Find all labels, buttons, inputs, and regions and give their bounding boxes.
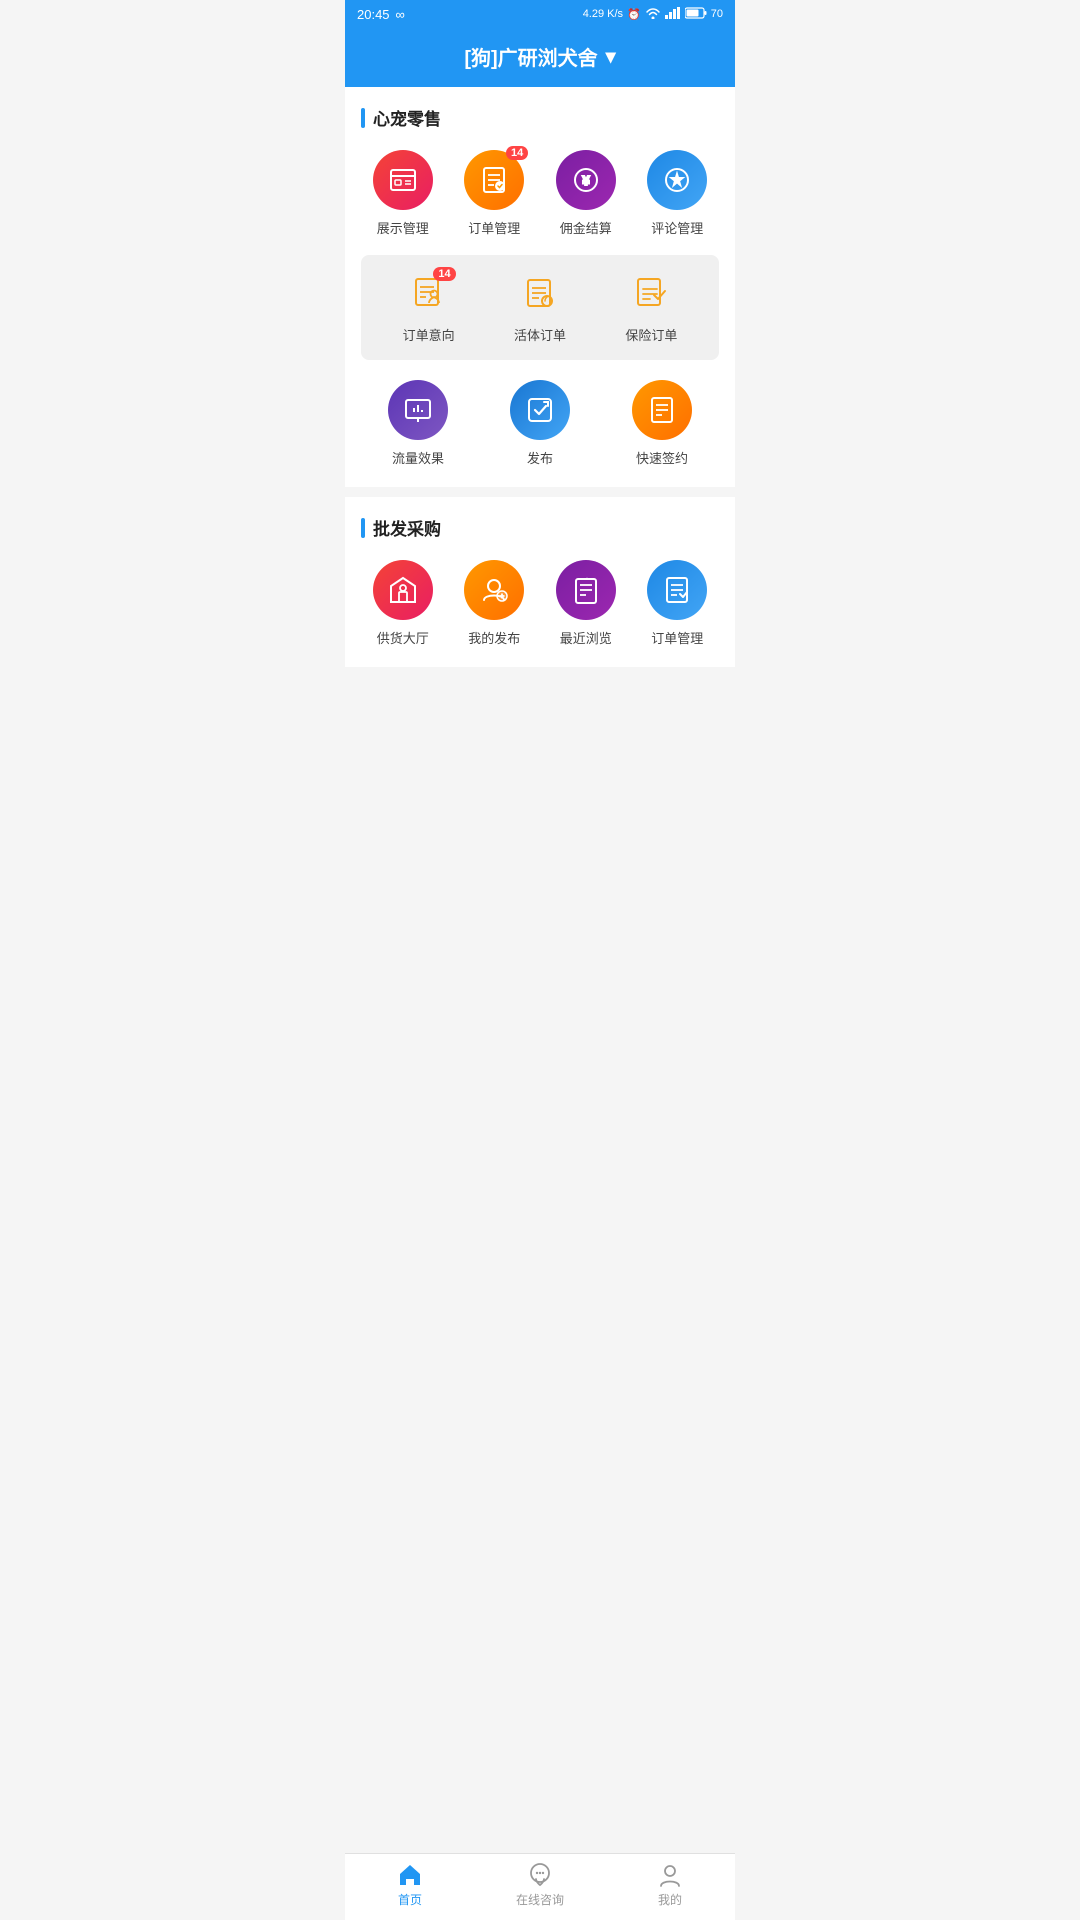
traffic-effect-icon-circle: [388, 380, 448, 440]
wholesale-title-text: 批发采购: [373, 515, 441, 540]
review-mgmt-label: 评论管理: [651, 218, 703, 237]
status-wifi-icon: [645, 7, 661, 22]
nav-consult[interactable]: 在线咨询: [505, 1862, 575, 1908]
status-time: 20:45: [357, 7, 390, 22]
dropdown-icon[interactable]: ▾: [606, 44, 616, 69]
quick-sign-icon-circle: [632, 380, 692, 440]
retail-sub-section: 14 订单意向: [361, 255, 719, 360]
quick-sign-item[interactable]: 快速签约: [605, 380, 719, 467]
live-order-item[interactable]: 活体订单: [488, 271, 591, 344]
recent-browse-label: 最近浏览: [560, 628, 612, 647]
publish-item[interactable]: 发布: [483, 380, 597, 467]
wholesale-order-mgmt-label: 订单管理: [651, 628, 703, 647]
svg-text:¥: ¥: [582, 173, 590, 188]
supply-hall-label: 供货大厅: [377, 628, 429, 647]
supply-hall-item[interactable]: 供货大厅: [361, 560, 445, 647]
order-mgmt-badge: 14: [506, 146, 528, 160]
retail-title-text: 心宠零售: [373, 105, 441, 130]
review-mgmt-icon-circle: [647, 150, 707, 210]
my-publish-icon-circle: [464, 560, 524, 620]
live-order-label: 活体订单: [514, 325, 566, 344]
recent-browse-item[interactable]: 最近浏览: [544, 560, 628, 647]
mine-icon: [657, 1862, 683, 1888]
order-mgmt-label: 订单管理: [468, 218, 520, 237]
recent-browse-icon-circle: [556, 560, 616, 620]
status-battery-pct: 70: [711, 8, 723, 20]
status-speed: 4.29 K/s: [583, 8, 623, 20]
status-infinity: ∞: [396, 7, 405, 22]
commission-icon-circle: ¥: [556, 150, 616, 210]
commission-label: 佣金结算: [560, 218, 612, 237]
wholesale-section-title: 批发采购: [361, 515, 719, 540]
order-intent-item[interactable]: 14 订单意向: [377, 271, 480, 344]
nav-mine[interactable]: 我的: [635, 1862, 705, 1908]
order-intent-label: 订单意向: [403, 325, 455, 344]
app-header[interactable]: [狗]广研浏犬舍 ▾: [345, 28, 735, 87]
consult-icon: [527, 1862, 553, 1888]
store-name: [狗]广研浏犬舍: [464, 42, 597, 71]
supply-hall-icon-circle: [373, 560, 433, 620]
my-publish-item[interactable]: 我的发布: [453, 560, 537, 647]
commission-item[interactable]: ¥ 佣金结算: [544, 150, 628, 237]
status-bar: 20:45 ∞ 4.29 K/s ⏰: [345, 0, 735, 28]
wholesale-order-mgmt-icon-circle: [647, 560, 707, 620]
wholesale-title-bar: [361, 518, 365, 538]
order-intent-flat-icon: 14: [406, 271, 452, 317]
retail-section: 心宠零售 展示管理 14: [345, 87, 735, 487]
status-clock-icon: ⏰: [627, 8, 641, 21]
wholesale-section: 批发采购 供货大厅: [345, 497, 735, 667]
insurance-order-label: 保险订单: [625, 325, 677, 344]
home-icon: [397, 1862, 423, 1888]
traffic-effect-label: 流量效果: [392, 448, 444, 467]
retail-section-title: 心宠零售: [361, 105, 719, 130]
insurance-order-flat-icon: [628, 271, 674, 317]
bottom-nav: 首页 在线咨询 我的: [345, 1853, 735, 1920]
display-mgmt-item[interactable]: 展示管理: [361, 150, 445, 237]
retail-top-grid: 展示管理 14 订单管理: [361, 150, 719, 237]
review-mgmt-item[interactable]: 评论管理: [636, 150, 720, 237]
nav-home-label: 首页: [398, 1891, 422, 1908]
order-mgmt-icon-circle: 14: [464, 150, 524, 210]
nav-home[interactable]: 首页: [375, 1862, 445, 1908]
my-publish-label: 我的发布: [468, 628, 520, 647]
display-mgmt-icon-circle: [373, 150, 433, 210]
retail-sub-grid: 14 订单意向: [377, 271, 703, 344]
order-mgmt-item[interactable]: 14 订单管理: [453, 150, 537, 237]
status-signal-icon: [665, 7, 681, 22]
quick-sign-label: 快速签约: [636, 448, 688, 467]
wholesale-grid: 供货大厅 我的发布: [361, 560, 719, 647]
wholesale-order-mgmt-item[interactable]: 订单管理: [636, 560, 720, 647]
display-mgmt-label: 展示管理: [377, 218, 429, 237]
traffic-effect-item[interactable]: 流量效果: [361, 380, 475, 467]
order-intent-badge: 14: [433, 267, 455, 281]
publish-label: 发布: [527, 448, 553, 467]
live-order-flat-icon: [517, 271, 563, 317]
insurance-order-item[interactable]: 保险订单: [600, 271, 703, 344]
retail-bottom-grid: 流量效果 发布: [361, 380, 719, 467]
status-battery-icon: [685, 7, 707, 22]
title-bar: [361, 108, 365, 128]
publish-icon-circle: [510, 380, 570, 440]
nav-consult-label: 在线咨询: [516, 1891, 564, 1908]
nav-mine-label: 我的: [658, 1891, 682, 1908]
